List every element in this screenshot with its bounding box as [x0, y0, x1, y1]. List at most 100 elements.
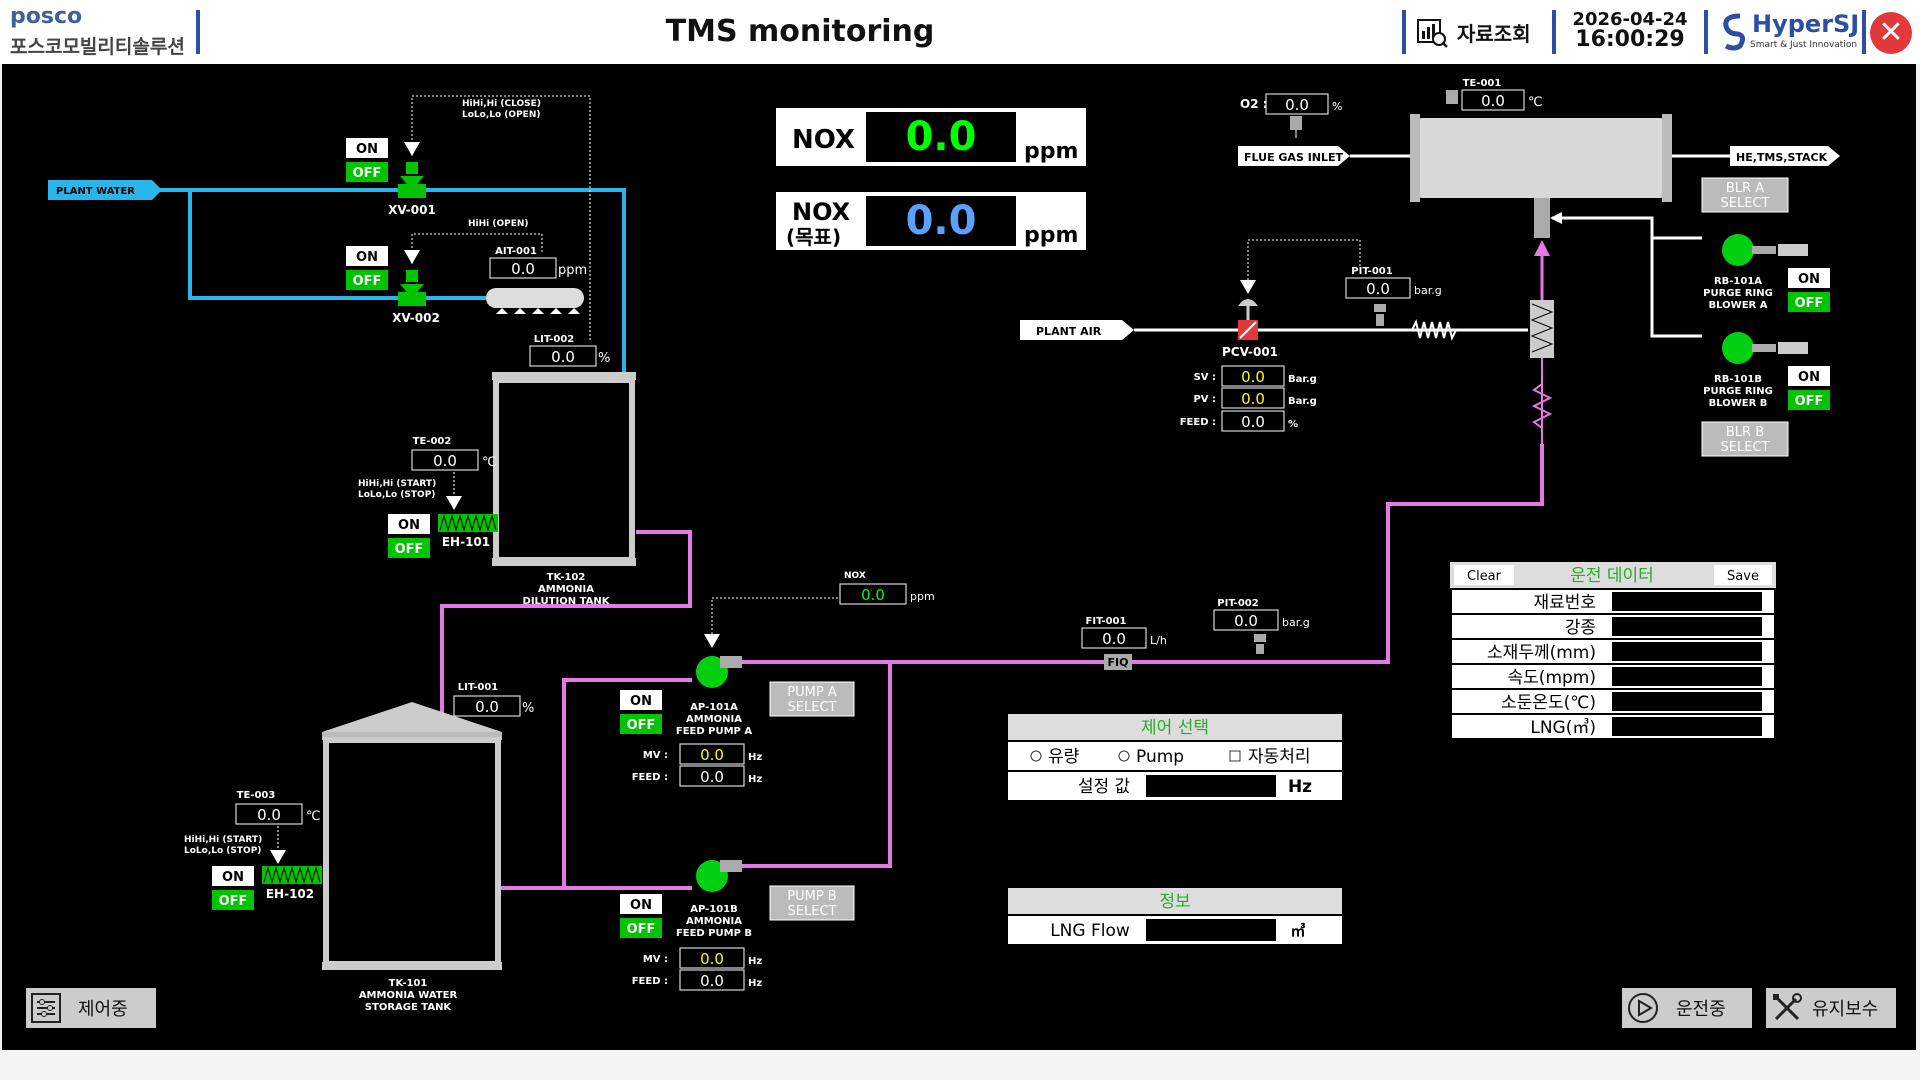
- te-001-value: 0.0: [1481, 92, 1505, 110]
- setpoint-label: 설정 값: [1078, 777, 1131, 797]
- rb-101a-blower[interactable]: [1722, 234, 1808, 266]
- svg-text:OFF: OFF: [353, 274, 382, 289]
- xv-001-off-button[interactable]: OFF: [346, 162, 388, 182]
- svg-text:ON: ON: [1798, 272, 1820, 287]
- svg-text:Save: Save: [1727, 569, 1759, 584]
- lit-001-value: 0.0: [475, 698, 499, 716]
- pump-b-feed-label: FEED :: [632, 976, 668, 987]
- svg-text:PUMP B: PUMP B: [787, 889, 836, 904]
- ap-101b-desc: AMMONIA: [686, 916, 742, 927]
- control-mode-label: 제어중: [78, 999, 128, 1020]
- eh-101-arrow: [446, 496, 462, 510]
- svg-text:OFF: OFF: [1795, 296, 1824, 311]
- report-icon: [1417, 19, 1448, 48]
- blr-a-select-button[interactable]: BLR A SELECT: [1701, 177, 1789, 213]
- op-data-row-label: LNG(㎥): [1530, 718, 1596, 738]
- fiq-label: FIQ: [1108, 656, 1129, 669]
- pump-nox-value: 0.0: [861, 586, 885, 604]
- te-003-unit: ℃: [306, 809, 321, 824]
- pit-001-label: PIT-001: [1351, 266, 1392, 277]
- maintenance-button[interactable]: 유지보수: [1766, 988, 1896, 1028]
- xv-002-label: XV-002: [392, 311, 440, 325]
- rb-101b-blower[interactable]: [1722, 332, 1808, 364]
- xv-001-valve[interactable]: [398, 162, 426, 198]
- te-001-sensor: [1446, 90, 1458, 104]
- ait-001-unit: ppm: [558, 263, 587, 278]
- flue-gas-inlet-tag: FLUE GAS INLET: [1238, 146, 1350, 166]
- pump-a-select-button[interactable]: PUMP A SELECT: [769, 681, 855, 717]
- pcv-001-arrow: [1240, 280, 1256, 294]
- control-opt-auto: 자동처리: [1248, 747, 1311, 767]
- pcv-001-valve[interactable]: [1238, 299, 1258, 340]
- setpoint-input[interactable]: [1146, 775, 1276, 797]
- nox-unit: ppm: [1024, 139, 1078, 164]
- running-button[interactable]: 운전중: [1622, 988, 1752, 1028]
- rb-101a-on-button[interactable]: ON: [1788, 268, 1830, 288]
- xv-001-alarm-close: HiHi,Hi (CLOSE): [462, 99, 541, 109]
- settings-sliders-icon: [31, 993, 61, 1023]
- eh-101-on-button[interactable]: ON: [388, 514, 430, 534]
- header-divider: [1552, 10, 1556, 54]
- nox-label: NOX: [792, 125, 855, 155]
- svg-text:SELECT: SELECT: [788, 904, 837, 919]
- eh-102-alarm-stop: LoLo,Lo (STOP): [184, 846, 261, 856]
- rb-101a-label: RB-101A: [1714, 276, 1762, 287]
- svg-text:HE,TMS,STACK: HE,TMS,STACK: [1736, 151, 1828, 164]
- ap-101a-off-button[interactable]: OFF: [620, 714, 662, 734]
- blr-b-select-button[interactable]: BLR B SELECT: [1701, 421, 1789, 457]
- ap-101b-on-button[interactable]: ON: [620, 894, 662, 914]
- sv-value: 0.0: [1241, 368, 1265, 386]
- eh-102-off-button[interactable]: OFF: [212, 890, 254, 910]
- op-data-row-value: [1612, 592, 1762, 611]
- injection-nozzle: [1534, 198, 1550, 238]
- te-003-value: 0.0: [257, 806, 281, 824]
- op-data-row-label: 속도(mpm): [1508, 668, 1596, 688]
- rb-101b-on-button[interactable]: ON: [1788, 366, 1830, 386]
- company-name: 포스코모빌리티솔루션: [10, 36, 185, 58]
- eh-101-off-button[interactable]: OFF: [388, 538, 430, 558]
- xv-001-alarm-open: LoLo,Lo (OPEN): [462, 110, 540, 120]
- rb-101a-off-button[interactable]: OFF: [1788, 292, 1830, 312]
- data-query-button[interactable]: 자료조회: [1415, 14, 1531, 50]
- eh-101-alarm-stop: LoLo,Lo (STOP): [358, 490, 435, 500]
- o2-sensor: [1290, 116, 1302, 130]
- pcv-001-label: PCV-001: [1222, 345, 1278, 359]
- air-feed-unit: %: [1288, 419, 1298, 430]
- pit-002-value: 0.0: [1234, 612, 1258, 630]
- xv-002-on-button[interactable]: ON: [346, 246, 388, 266]
- te-002-label: TE-002: [413, 436, 452, 447]
- clear-button[interactable]: Clear: [1454, 565, 1514, 585]
- pump-a-arrow: [704, 634, 720, 648]
- svg-text:FLUE GAS INLET: FLUE GAS INLET: [1244, 151, 1344, 164]
- svg-text:BLR B: BLR B: [1726, 425, 1764, 440]
- brand-tagline: Smart & Just Innovation: [1750, 40, 1858, 50]
- xv-001-label: XV-001: [388, 203, 436, 217]
- control-mode-button[interactable]: 제어중: [26, 988, 156, 1028]
- ap-101b-off-button[interactable]: OFF: [620, 918, 662, 938]
- svg-text:ON: ON: [222, 870, 244, 885]
- pit-002-gauge: [1254, 634, 1266, 654]
- xv-001-on-button[interactable]: ON: [346, 138, 388, 158]
- pv-unit: Bar.g: [1288, 396, 1317, 407]
- pump-b-select-button[interactable]: PUMP B SELECT: [769, 885, 855, 921]
- nox-target-unit: ppm: [1024, 223, 1078, 248]
- setpoint-unit: Hz: [1288, 777, 1312, 797]
- ap-101b-desc2: FEED PUMP B: [676, 928, 752, 939]
- save-button[interactable]: Save: [1714, 565, 1772, 585]
- plant-water-tag: PLANT WATER: [48, 180, 162, 200]
- hypersj-logo-icon: [1723, 13, 1746, 51]
- xv-002-off-button[interactable]: OFF: [346, 270, 388, 290]
- eh-102-alarm-start: HiHi,Hi (START): [184, 835, 262, 845]
- eh-102-heater: [262, 866, 322, 884]
- eh-102-label: EH-102: [266, 887, 314, 901]
- ap-101b-pump[interactable]: [696, 860, 742, 892]
- tools-icon: [1773, 993, 1802, 1021]
- xv-002-valve[interactable]: [398, 270, 426, 306]
- rb-101b-off-button[interactable]: OFF: [1788, 390, 1830, 410]
- ap-101a-on-button[interactable]: ON: [620, 690, 662, 710]
- ap-101a-desc: AMMONIA: [686, 714, 742, 725]
- operation-data-panel: Clear 운전 데이터 Save 재료번호강종소재두께(mm) 속도(mpm) 소…: [1450, 562, 1776, 844]
- close-button[interactable]: ✕: [1870, 12, 1912, 54]
- ap-101a-pump[interactable]: [696, 656, 742, 688]
- eh-102-on-button[interactable]: ON: [212, 866, 254, 886]
